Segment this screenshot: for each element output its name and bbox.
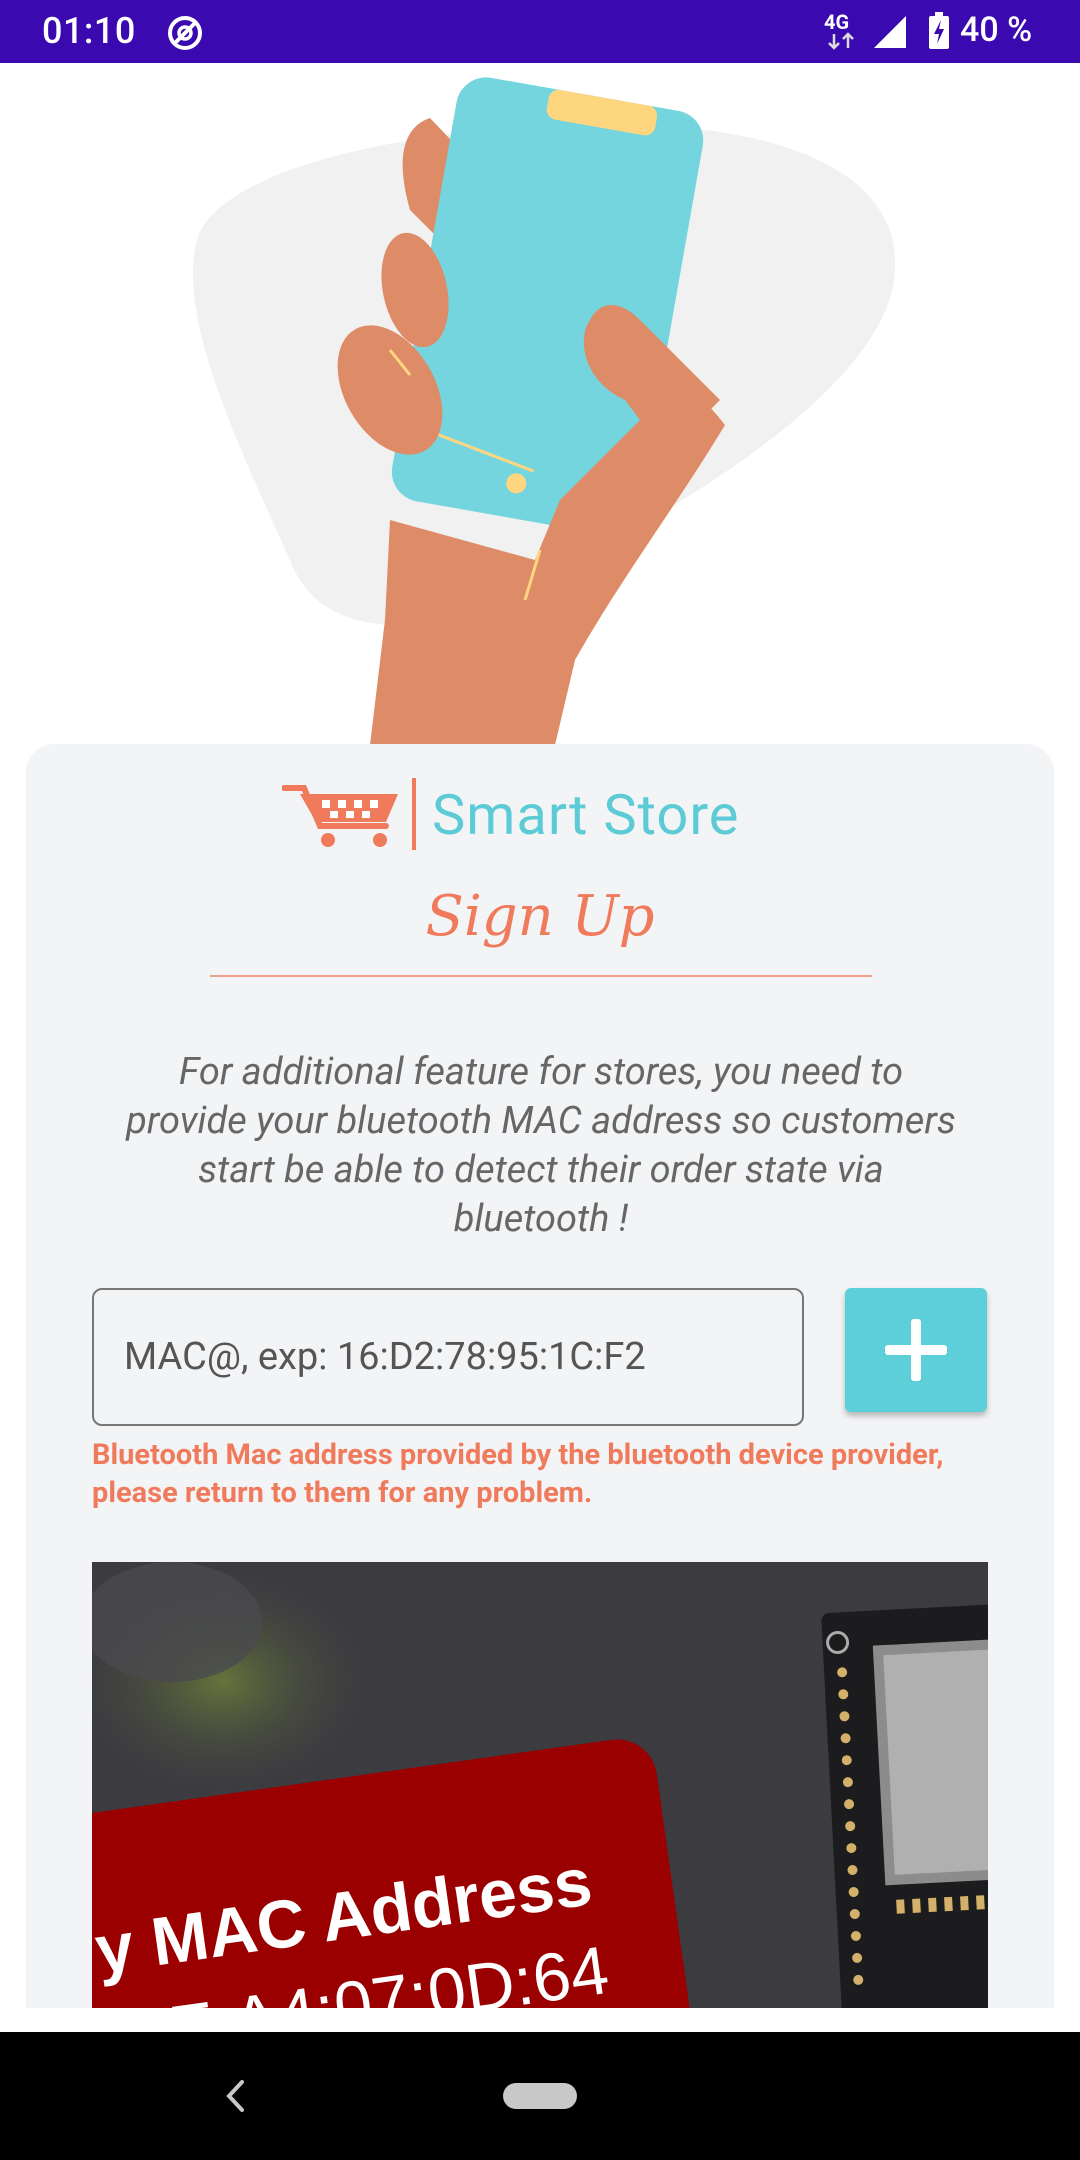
shopping-cart-icon [282, 785, 398, 847]
description-text: For additional feature for stores, you n… [126, 1050, 956, 1241]
signup-card: Smart Store Sign Up For additional featu… [26, 744, 1054, 2008]
title-divider [210, 975, 872, 977]
mac-hint-text: Bluetooth Mac address provided by the bl… [92, 1438, 944, 1510]
status-time: 01:10 [42, 10, 136, 52]
esp32-mac-address-image: y MAC Address 0:AE:A4:07:0D:64 [92, 1562, 988, 2008]
add-mac-button[interactable] [845, 1288, 987, 1412]
do-not-disturb-icon [168, 16, 202, 50]
brand-divider [412, 778, 416, 850]
brand-header: Smart Store [26, 762, 1054, 850]
brand-name: Smart Store [432, 782, 740, 848]
mac-address-input[interactable] [92, 1288, 804, 1426]
signal-icon [874, 16, 906, 48]
battery-percent: 40 % [960, 10, 1033, 50]
back-icon[interactable] [222, 2076, 248, 2116]
navigation-bar [0, 2032, 1080, 2160]
network-4g-icon: 4G [822, 10, 862, 52]
home-button[interactable] [503, 2083, 577, 2109]
status-bar: 01:10 4G 40 % [0, 0, 1080, 63]
hand-holding-phone-illustration [192, 77, 896, 745]
page-title: Sign Up [425, 884, 655, 949]
battery-charging-icon [929, 12, 949, 49]
